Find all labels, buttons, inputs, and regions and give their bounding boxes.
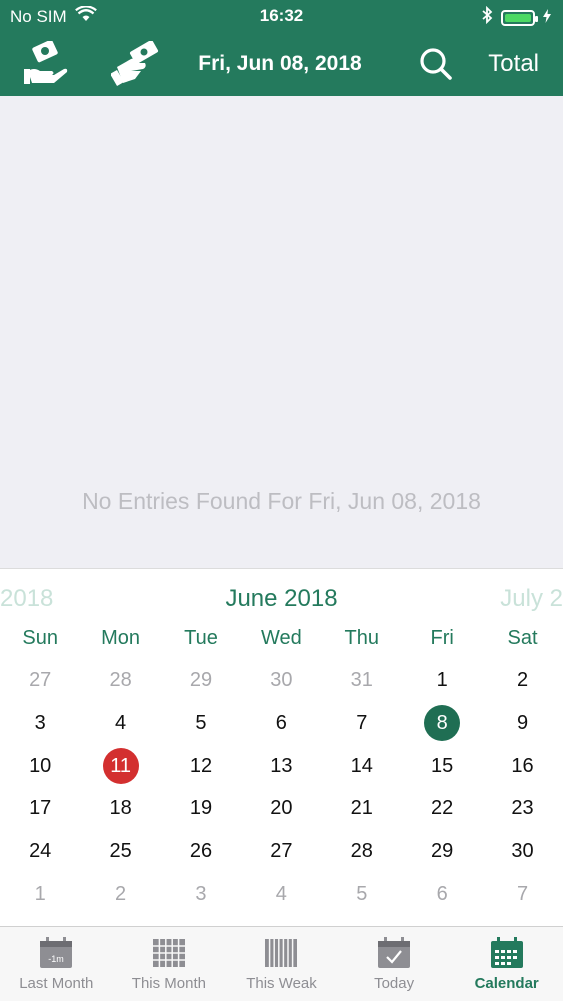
svg-text:-1m: -1m (49, 954, 65, 964)
calendar-day[interactable]: 12 (161, 744, 241, 787)
calendar-day[interactable]: 26 (161, 830, 241, 873)
calendar-week: 27 28 29 30 31 1 2 (0, 659, 563, 702)
calendar-day-today[interactable]: 11 (80, 744, 160, 787)
weekday-label: Mon (101, 627, 141, 649)
calendar-check-icon (378, 937, 411, 968)
calendar-day[interactable]: 6 (402, 872, 482, 915)
charging-icon (543, 8, 551, 28)
battery-icon (501, 9, 538, 26)
next-month-label[interactable]: July 2 (500, 585, 563, 613)
calendar-day[interactable]: 7 (482, 872, 562, 915)
calendar-grid-icon (152, 939, 185, 967)
calendar-day[interactable]: 19 (161, 787, 241, 830)
calendar-day[interactable]: 18 (80, 787, 160, 830)
nav-date-title[interactable]: Fri, Jun 08, 2018 (170, 52, 390, 76)
calendar-day[interactable]: 23 (482, 787, 562, 830)
tab-today[interactable]: Today (338, 927, 451, 1001)
tab-last-month[interactable]: -1m Last Month (0, 927, 113, 1001)
calendar-icon (490, 937, 523, 968)
calendar-day[interactable]: 1 (0, 872, 80, 915)
total-button[interactable]: Total (488, 50, 539, 78)
calendar-day[interactable]: 27 (0, 659, 80, 702)
tab-label: Calendar (474, 975, 539, 992)
weekday-label: Sat (507, 627, 538, 649)
calendar-day[interactable]: 6 (241, 702, 321, 745)
tab-this-week[interactable]: This Weak (225, 927, 338, 1001)
calendar-day[interactable]: 30 (482, 830, 562, 873)
bluetooth-icon (481, 5, 493, 29)
calendar-day[interactable]: 7 (322, 702, 402, 745)
weekday-label: Sun (22, 627, 58, 649)
calendar-day[interactable]: 16 (482, 744, 562, 787)
calendar-day[interactable]: 3 (0, 702, 80, 745)
calendar-day[interactable]: 1 (402, 659, 482, 702)
calendar-day[interactable]: 15 (402, 744, 482, 787)
calendar-week-icon (265, 939, 298, 967)
status-bar: No SIM 16:32 (0, 0, 563, 32)
calendar-day[interactable]: 2 (80, 872, 160, 915)
weekday-label: Wed (260, 627, 302, 649)
calendar-day[interactable]: 24 (0, 830, 80, 873)
calendar-day[interactable]: 31 (322, 659, 402, 702)
calendar-week: 24 25 26 27 28 29 30 (0, 830, 563, 873)
calendar-day[interactable]: 14 (322, 744, 402, 787)
tab-label: Last Month (19, 975, 94, 992)
calendar-day[interactable]: 28 (322, 830, 402, 873)
calendar-day[interactable]: 27 (241, 830, 321, 873)
calendar-grid: 27 28 29 30 31 1 2 3 4 5 6 7 8 9 10 11 1… (0, 659, 563, 915)
calendar-day[interactable]: 29 (402, 830, 482, 873)
tab-label: This Month (131, 975, 206, 992)
calendar-week: 1 2 3 4 5 6 7 (0, 872, 563, 915)
weekday-label: Fri (430, 627, 454, 649)
calendar: 2018 June 2018 July 2 Sun Mon Tue Wed Th… (0, 568, 563, 927)
payment-hand-icon[interactable] (110, 38, 162, 90)
calendar-day[interactable]: 29 (161, 659, 241, 702)
calendar-day[interactable]: 4 (80, 702, 160, 745)
calendar-week: 10 11 12 13 14 15 16 (0, 744, 563, 787)
month-header: 2018 June 2018 July 2 (0, 585, 563, 615)
calendar-day[interactable]: 2 (482, 659, 562, 702)
calendar-day[interactable]: 21 (322, 787, 402, 830)
calendar-week: 3 4 5 6 7 8 9 (0, 702, 563, 745)
calendar-week: 17 18 19 20 21 22 23 (0, 787, 563, 830)
entries-area: No Entries Found For Fri, Jun 08, 2018 (0, 96, 563, 568)
calendar-day[interactable]: 3 (161, 872, 241, 915)
tab-bar: -1m Last Month This Month This Weak Toda… (0, 926, 563, 1001)
weekday-header: Sun Mon Tue Wed Thu Fri Sat (0, 627, 563, 650)
calendar-day[interactable]: 9 (482, 702, 562, 745)
calendar-day[interactable]: 5 (322, 872, 402, 915)
calendar-day[interactable]: 30 (241, 659, 321, 702)
calendar-day[interactable]: 4 (241, 872, 321, 915)
calendar-day[interactable]: 13 (241, 744, 321, 787)
calendar-minus-icon: -1m (40, 937, 73, 968)
calendar-day[interactable]: 5 (161, 702, 241, 745)
calendar-day[interactable]: 17 (0, 787, 80, 830)
status-time: 16:32 (259, 6, 304, 25)
calendar-day[interactable]: 20 (241, 787, 321, 830)
nav-bar: Fri, Jun 08, 2018 Total (0, 32, 563, 96)
tab-label: This Weak (246, 975, 317, 992)
tab-this-month[interactable]: This Month (113, 927, 226, 1001)
calendar-day-selected[interactable]: 8 (402, 702, 482, 745)
calendar-day[interactable]: 10 (0, 744, 80, 787)
tab-label: Today (374, 975, 415, 992)
weekday-label: Thu (344, 627, 379, 649)
search-icon[interactable] (410, 38, 462, 90)
weekday-label: Tue (184, 627, 218, 649)
tab-calendar[interactable]: Calendar (450, 927, 563, 1001)
empty-message: No Entries Found For Fri, Jun 08, 2018 (82, 488, 481, 514)
calendar-day[interactable]: 28 (80, 659, 160, 702)
current-month-label: June 2018 (225, 585, 338, 612)
calendar-day[interactable]: 25 (80, 830, 160, 873)
calendar-day[interactable]: 22 (402, 787, 482, 830)
income-hand-icon[interactable] (22, 38, 74, 90)
